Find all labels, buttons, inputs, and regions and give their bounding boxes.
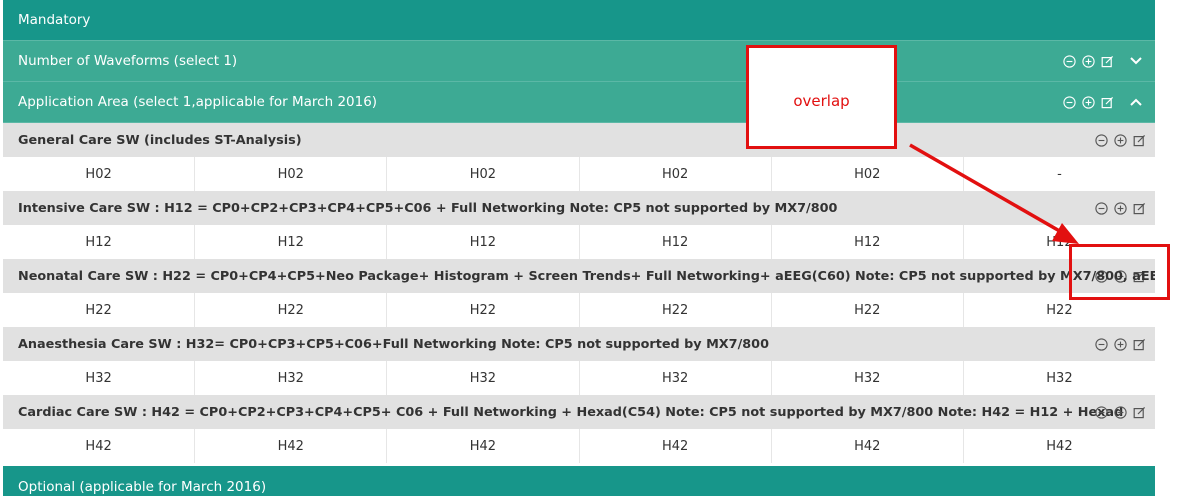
annotation-arrow [909,143,1079,244]
overlap-highlight-box [1069,244,1170,300]
